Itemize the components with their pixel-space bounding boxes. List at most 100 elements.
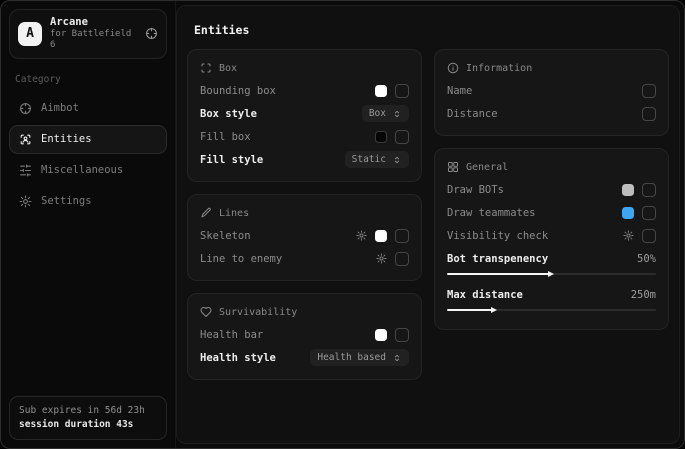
app-logo: A [18, 22, 42, 46]
row-label: Visibility check [447, 230, 615, 242]
row-visibility-check: Visibility check [447, 224, 656, 247]
row-health-bar: Health bar [200, 323, 409, 346]
dropdown-value: Box [369, 108, 386, 119]
row-label: Draw BOTs [447, 184, 614, 196]
brand-card: A Arcane for Battlefield 6 [9, 9, 167, 59]
row-bounding-box: Bounding box [200, 79, 409, 102]
sliders-icon [19, 164, 32, 177]
settings-columns: BoxBounding boxBox styleBoxFill boxFill … [177, 49, 679, 380]
checkbox[interactable] [642, 229, 656, 243]
card-lines: Lines Skeleton Line to enemy [187, 194, 422, 281]
sidebar-item-label: Aimbot [41, 102, 79, 114]
color-swatch[interactable] [375, 329, 387, 341]
row-label: Fill box [200, 131, 367, 143]
checkbox[interactable] [642, 84, 656, 98]
dropdown-value: Health based [317, 352, 386, 363]
row-label: Draw teammates [447, 207, 614, 219]
sidebar-item-label: Entities [41, 133, 92, 145]
chevrons-up-down-icon [392, 155, 402, 165]
scan-person-icon [19, 133, 32, 146]
checkbox[interactable] [395, 130, 409, 144]
row-max-distance: Max distance250m [447, 283, 656, 306]
checkbox[interactable] [395, 328, 409, 342]
heart-icon [200, 306, 212, 318]
slider-value: 250m [631, 289, 656, 301]
sidebar-item-settings[interactable]: Settings [9, 187, 167, 216]
color-swatch[interactable] [375, 85, 387, 97]
sidebar-item-label: Settings [41, 195, 92, 207]
card-title: General [466, 162, 508, 173]
app-subtitle: for Battlefield 6 [50, 29, 137, 52]
card-title: Lines [219, 208, 249, 219]
checkbox[interactable] [395, 252, 409, 266]
slider-bot-transpenency[interactable] [447, 273, 656, 275]
card-title: Box [219, 63, 237, 74]
dropdown-box-style[interactable]: Box [362, 105, 409, 122]
pencil-icon [200, 207, 212, 219]
row-skeleton: Skeleton [200, 224, 409, 247]
row-draw-teammates: Draw teammates [447, 201, 656, 224]
brand-text: Arcane for Battlefield 6 [50, 16, 137, 52]
color-swatch[interactable] [375, 131, 387, 143]
card-general: General Draw BOTs Draw teammates Visibility… [434, 148, 669, 330]
card-survivability: Survivability Health bar Health styleHealt… [187, 293, 422, 380]
slider-max-distance[interactable] [447, 309, 656, 311]
row-label: Skeleton [200, 230, 348, 242]
sub-expiry-text: Sub expires in 56d 23h [19, 404, 157, 418]
gear-icon[interactable] [623, 230, 634, 241]
color-swatch[interactable] [622, 184, 634, 196]
app-window: A Arcane for Battlefield 6 Category Aimb… [0, 0, 685, 449]
row-health-style: Health styleHealth based [200, 346, 409, 369]
color-swatch[interactable] [375, 230, 387, 242]
gear-icon [19, 195, 32, 208]
sidebar-item-aimbot[interactable]: Aimbot [9, 94, 167, 123]
card-information: Information Name Distance [434, 49, 669, 136]
scan-icon [200, 62, 212, 74]
checkbox[interactable] [642, 107, 656, 121]
settings-column: Information Name Distance General Draw BOTs D… [434, 49, 669, 330]
checkbox[interactable] [642, 183, 656, 197]
card-header-lines: Lines [200, 207, 409, 219]
gear-icon[interactable] [376, 253, 387, 264]
row-label: Bounding box [200, 85, 367, 97]
slider-fill [447, 273, 552, 275]
dropdown-fill-style[interactable]: Static [345, 151, 409, 168]
crosshair-icon [19, 102, 32, 115]
checkbox[interactable] [395, 229, 409, 243]
card-title: Information [466, 63, 532, 74]
category-label: Category [15, 74, 161, 85]
slider-value: 50% [637, 253, 656, 265]
sidebar-item-miscellaneous[interactable]: Miscellaneous [9, 156, 167, 185]
dropdown-health-style[interactable]: Health based [310, 349, 409, 366]
settings-column: BoxBounding boxBox styleBoxFill boxFill … [187, 49, 422, 380]
info-icon [447, 62, 459, 74]
checkbox[interactable] [395, 84, 409, 98]
row-label: Distance [447, 108, 634, 120]
card-header-general: General [447, 161, 656, 173]
subscription-card: Sub expires in 56d 23h session duration … [9, 396, 167, 441]
row-label: Fill style [200, 154, 337, 166]
gear-icon[interactable] [356, 230, 367, 241]
row-draw-bots: Draw BOTs [447, 178, 656, 201]
row-label: Health bar [200, 329, 367, 341]
dropdown-value: Static [352, 154, 386, 165]
row-label: Box style [200, 108, 354, 120]
sidebar-item-label: Miscellaneous [41, 164, 123, 176]
row-distance: Distance [447, 102, 656, 125]
sidebar-nav: Aimbot Entities Miscellaneous Settings [9, 94, 167, 216]
crosshair-icon[interactable] [145, 27, 158, 40]
card-title: Survivability [219, 307, 297, 318]
checkbox[interactable] [642, 206, 656, 220]
grid-icon [447, 161, 459, 173]
row-label: Line to enemy [200, 253, 368, 265]
row-name: Name [447, 79, 656, 102]
app-title: Arcane [50, 16, 137, 29]
row-label: Name [447, 85, 634, 97]
row-fill-style: Fill style Static [200, 148, 409, 171]
session-duration-text: session duration 43s [19, 418, 157, 432]
color-swatch[interactable] [622, 207, 634, 219]
card-header-information: Information [447, 62, 656, 74]
slider-fill [447, 309, 495, 311]
row-fill-box: Fill box [200, 125, 409, 148]
sidebar-item-entities[interactable]: Entities [9, 125, 167, 154]
